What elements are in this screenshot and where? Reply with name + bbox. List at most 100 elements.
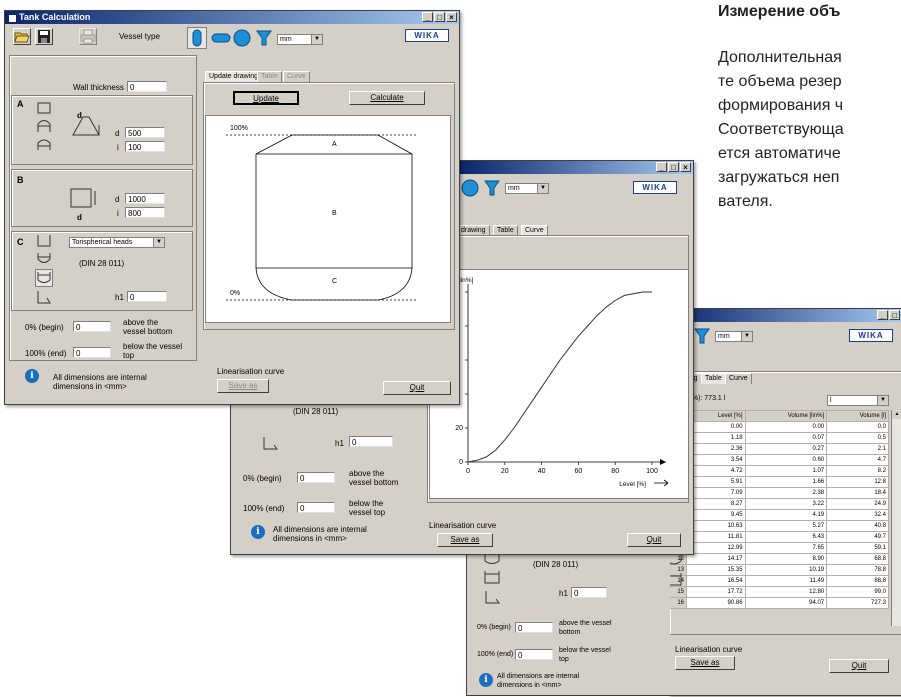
info-icon: i (251, 525, 265, 539)
scroll-up-icon[interactable]: ▲ (892, 410, 901, 419)
article-heading: Измерение объ (718, 3, 841, 20)
table-row[interactable]: 3.54 0.60 4.7 (669, 454, 889, 466)
vessel-funnel-icon[interactable] (693, 327, 711, 345)
h1-input[interactable]: 0 (349, 436, 393, 447)
vessel-sphere-icon[interactable] (233, 29, 251, 47)
quit-button[interactable]: Quit (383, 381, 451, 395)
print-button[interactable] (79, 28, 97, 45)
table-cell: 0.00 (744, 421, 828, 433)
table-row[interactable]: 1.18 0.07 0.5 (669, 432, 889, 444)
table-row[interactable]: 10.63 5.27 40.8 (669, 520, 889, 532)
unit-select[interactable]: mm ▼ (505, 183, 549, 194)
unit-select[interactable]: mm ▼ (277, 34, 323, 45)
open-button[interactable] (13, 28, 31, 45)
table-row[interactable]: 1112.997.6559.1 (669, 542, 889, 554)
head-dished-icon[interactable] (35, 117, 53, 135)
vessel-horizontal-icon[interactable] (211, 29, 231, 47)
a-i-input[interactable]: 100 (125, 141, 165, 152)
b-d-input[interactable]: 1000 (125, 193, 165, 204)
minimize-button[interactable]: _ (656, 162, 667, 172)
vessel-funnel-icon[interactable] (483, 179, 501, 197)
h1-input[interactable]: 0 (127, 291, 167, 302)
vessel-sphere-icon[interactable] (461, 179, 479, 197)
table-cell: 4.7 (826, 454, 889, 466)
table-cell: 5.27 (744, 520, 828, 532)
y-tick-label: 20 (455, 425, 463, 432)
quit-button[interactable]: Quit (829, 659, 889, 673)
bottom-flat-icon[interactable] (35, 233, 53, 251)
vessel-funnel-icon[interactable] (255, 29, 273, 47)
tab-curve[interactable]: Curve (283, 71, 310, 82)
maximize-button[interactable]: □ (889, 310, 900, 320)
begin-note: above the vessel bottom (349, 469, 399, 487)
begin-note: above the vessel bottom (559, 620, 612, 636)
begin-input[interactable]: 0 (73, 321, 111, 332)
tab-table[interactable]: Table (257, 71, 282, 82)
wall-thickness-input[interactable]: 0 (127, 81, 167, 92)
tab-curve[interactable]: Curve (725, 373, 752, 384)
end-input[interactable]: 0 (515, 649, 553, 660)
table-row[interactable]: 14 16.54 11.49 88.8 (669, 575, 889, 587)
table-row[interactable]: 12 14.17 8.90 68.8 (669, 553, 889, 565)
volume-unit-select[interactable]: l ▼ (827, 395, 889, 406)
table-cell: 6.43 (744, 531, 828, 543)
vessel-type-label: Vessel type (119, 32, 160, 41)
bottom-dished-icon[interactable] (35, 251, 53, 269)
x-tick-label: 0 (466, 468, 470, 475)
table-cell: 78.8 (826, 564, 889, 576)
quit-button[interactable]: Quit (627, 533, 681, 547)
table-row[interactable]: 16 90.86 94.07 727.3 (669, 597, 889, 609)
a-dim-label: d (77, 111, 82, 120)
end-label: 100% (end) (243, 504, 285, 513)
curve-chart: 020406080100020Volume [lin%]Level [%] (434, 277, 669, 488)
vessel-vertical-icon[interactable] (187, 27, 207, 49)
minimize-button[interactable]: _ (422, 12, 433, 22)
close-button[interactable]: × (680, 162, 691, 172)
info-icon: i (25, 369, 39, 383)
end-input[interactable]: 0 (297, 502, 335, 513)
close-button[interactable]: × (446, 12, 457, 22)
save-as-button[interactable]: Save as (437, 533, 493, 547)
head-torispherical-icon[interactable] (35, 135, 53, 153)
table-row[interactable]: 0.00 0.00 0.0 (669, 421, 889, 433)
begin-input[interactable]: 0 (297, 472, 335, 483)
volume-curve-line (467, 291, 652, 463)
a-d-input[interactable]: 500 (125, 127, 165, 138)
maximize-button[interactable]: □ (434, 12, 445, 22)
table-row[interactable]: 13 15.35 10.19 78.8 (669, 564, 889, 576)
calculate-button[interactable]: Calculate (349, 91, 425, 105)
table-scrollbar[interactable]: ▲ (891, 410, 901, 626)
h1-input[interactable]: 0 (571, 587, 607, 598)
maximize-button[interactable]: □ (668, 162, 679, 172)
end-input[interactable]: 0 (73, 347, 111, 358)
table-row[interactable]: 7.09 2.38 18.4 (669, 487, 889, 499)
begin-input[interactable]: 0 (515, 622, 553, 633)
tab-table[interactable]: Table (701, 373, 726, 384)
article-line-5: ется автоматиче (718, 145, 841, 162)
din-label: (DIN 28 011) (293, 407, 339, 416)
table-row[interactable]: 5.91 1.66 12.8 (669, 476, 889, 488)
head-type-select[interactable]: Torispherical heads ▼ (69, 237, 165, 248)
table-row[interactable]: 8.27 3.22 24.9 (669, 498, 889, 510)
save-as-button[interactable]: Save as (675, 656, 735, 670)
bottom-torispherical-icon[interactable] (35, 269, 53, 287)
tab-update-drawing[interactable]: Update drawing (205, 71, 263, 82)
bottom-sloped-icon[interactable] (35, 289, 53, 307)
update-button[interactable]: Update (233, 91, 299, 105)
save-as-button[interactable]: Save as (217, 379, 269, 393)
table-row[interactable]: 4.72 1.07 8.2 (669, 465, 889, 477)
minimize-button[interactable]: _ (877, 310, 888, 320)
window-curve-titlebar[interactable]: _ □ × (459, 161, 693, 174)
table-cell: 11.49 (744, 575, 828, 587)
table-row[interactable]: 11.81 6.43 49.7 (669, 531, 889, 543)
cylinder-diagram-icon (67, 185, 103, 211)
table-row[interactable]: 2.36 0.27 2.1 (669, 443, 889, 455)
table-row[interactable]: 15 17.72 12.80 99.0 (669, 586, 889, 598)
save-button[interactable] (35, 28, 53, 45)
window-main-titlebar[interactable]: Tank Calculation _ □ × (5, 11, 459, 24)
begin-label: 0% (begin) (25, 323, 64, 332)
b-i-input[interactable]: 800 (125, 207, 165, 218)
window-table-titlebar[interactable]: _ □ (669, 309, 901, 322)
unit-select[interactable]: mm ▼ (715, 331, 753, 342)
table-row[interactable]: 9.45 4.19 32.4 (669, 509, 889, 521)
